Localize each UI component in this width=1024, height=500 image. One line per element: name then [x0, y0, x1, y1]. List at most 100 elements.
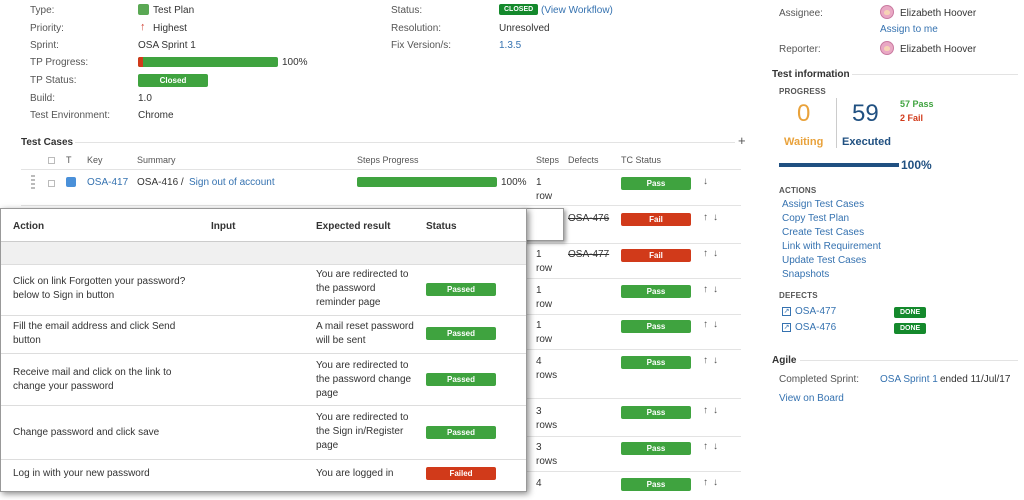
tc-status-badge[interactable]: Fail — [621, 213, 691, 226]
steps-count: 3 — [536, 406, 542, 417]
move-arrows-icon[interactable]: ↑↓ — [703, 441, 723, 452]
executed-label: Executed — [842, 136, 891, 148]
defect-link-osa-476[interactable]: OSA-476 — [795, 322, 836, 333]
test-info-title: Test information — [772, 69, 850, 80]
drag-handle-icon[interactable] — [31, 175, 35, 189]
completed-sprint-label: Completed Sprint: — [779, 374, 860, 385]
actions-heading: ACTIONS — [779, 186, 817, 195]
divider — [21, 169, 741, 170]
steps-count: 4 — [536, 478, 542, 489]
step-status-badge: Passed — [426, 283, 496, 296]
reporter-label: Reporter: — [779, 44, 821, 55]
executed-progress-pct: 100% — [901, 158, 932, 172]
step-status-badge: Failed — [426, 467, 496, 480]
assign-test-cases-link[interactable]: Assign Test Cases — [782, 199, 864, 210]
steps-progress-bar — [357, 177, 497, 187]
step-expected: You are redirected to the password chang… — [316, 360, 412, 399]
tc-status-badge[interactable]: Pass — [621, 478, 691, 491]
add-icon[interactable]: + — [738, 133, 746, 148]
test-cases-title: Test Cases — [21, 137, 74, 148]
move-arrows-icon[interactable]: ↑↓ — [703, 284, 723, 295]
move-arrows-icon[interactable]: ↑↓ — [703, 319, 723, 330]
view-workflow-link[interactable]: (View Workflow) — [541, 5, 613, 16]
divider — [1, 315, 526, 316]
assign-to-me-link[interactable]: Assign to me — [880, 24, 938, 35]
build-value: 1.0 — [138, 93, 152, 104]
test-steps-popover: Action Input Expected result Status Clic… — [0, 208, 527, 492]
divider — [836, 98, 837, 148]
status-label: Status: — [391, 5, 423, 16]
waiting-count: 0 — [797, 100, 811, 127]
view-on-board-link[interactable]: View on Board — [779, 393, 844, 404]
priority-value: Highest — [153, 23, 187, 34]
move-arrows-icon[interactable]: ↑↓ — [703, 355, 723, 366]
issue-link-icon: ↗ — [782, 323, 791, 332]
step-expected: A mail reset password will be sent — [316, 321, 414, 346]
link-with-requirement-link[interactable]: Link with Requirement — [782, 241, 881, 252]
snapshots-link[interactable]: Snapshots — [782, 269, 829, 280]
reporter-name[interactable]: Elizabeth Hoover — [900, 44, 976, 55]
move-arrows-icon[interactable]: ↑↓ — [703, 477, 723, 488]
completed-sprint-link[interactable]: OSA Sprint 1 — [880, 374, 938, 385]
step-expected: You are redirected to the password remin… — [316, 269, 409, 308]
tp-progress-pct: 100% — [282, 57, 308, 68]
tc-status-badge[interactable]: Pass — [621, 320, 691, 333]
col-steps-progress: Steps Progress — [357, 155, 419, 165]
col-expected-result: Expected result — [316, 221, 391, 232]
steps-unit: row — [536, 299, 553, 310]
divider — [527, 278, 741, 279]
tc-status-badge[interactable]: Pass — [621, 356, 691, 369]
steps-unit: row — [536, 263, 553, 274]
create-test-cases-link[interactable]: Create Test Cases — [782, 227, 864, 238]
steps-unit: rows — [536, 456, 558, 467]
sprint-label: Sprint: — [30, 40, 59, 51]
fixversion-link[interactable]: 1.3.5 — [499, 40, 521, 51]
defect-link-osa-477[interactable]: OSA-477 — [795, 306, 836, 317]
move-down-icon[interactable]: ↓ — [703, 176, 713, 187]
sprint-ended-text: ended 11/Jul/17 — [940, 374, 1011, 385]
col-tc-status: TC Status — [621, 155, 662, 165]
progress-heading: PROGRESS — [779, 87, 826, 96]
pass-count: 57 Pass — [900, 99, 934, 109]
test-case-icon — [66, 177, 76, 187]
steps-count: 1 — [536, 285, 542, 296]
tc-status-badge[interactable]: Pass — [621, 406, 691, 419]
divider — [527, 436, 741, 437]
row-key-link[interactable]: OSA-417 — [87, 177, 128, 188]
divider — [1, 405, 526, 406]
type-value: Test Plan — [153, 5, 195, 16]
divider — [1, 459, 526, 460]
move-arrows-icon[interactable]: ↑↓ — [703, 405, 723, 416]
agile-title: Agile — [772, 355, 797, 366]
defect-key[interactable]: OSA-476 — [568, 213, 609, 224]
env-label: Test Environment: — [30, 110, 111, 121]
steps-count: 1 — [536, 249, 542, 260]
tc-status-badge[interactable]: Fail — [621, 249, 691, 262]
tc-status-badge[interactable]: Pass — [621, 177, 691, 190]
defect-status-badge: DONE — [894, 323, 927, 334]
defect-key[interactable]: OSA-477 — [568, 249, 609, 260]
select-all-checkbox[interactable] — [48, 157, 55, 164]
tc-status-badge[interactable]: Pass — [621, 442, 691, 455]
step-expected: You are redirected to the Sign in/Regist… — [316, 412, 409, 451]
step-action: Fill the email address and click Send bu… — [13, 321, 176, 346]
row-summary-prefix: OSA-416 / — [137, 177, 184, 188]
row-summary-link[interactable]: Sign out of account — [189, 177, 275, 188]
tc-status-badge[interactable]: Pass — [621, 285, 691, 298]
move-arrows-icon[interactable]: ↑↓ — [703, 212, 723, 223]
assignee-name[interactable]: Elizabeth Hoover — [900, 8, 976, 19]
steps-unit: rows — [536, 420, 558, 431]
steps-count: 1 — [536, 177, 542, 188]
steps-count: 4 — [536, 356, 542, 367]
assignee-label: Assignee: — [779, 8, 823, 19]
avatar — [880, 5, 894, 19]
steps-progress-pct: 100% — [501, 177, 527, 188]
steps-subheader — [1, 242, 526, 265]
update-test-cases-link[interactable]: Update Test Cases — [782, 255, 866, 266]
copy-test-plan-link[interactable]: Copy Test Plan — [782, 213, 849, 224]
tp-status-badge: Closed — [138, 74, 208, 87]
divider — [800, 360, 1018, 361]
row-checkbox[interactable] — [48, 180, 55, 187]
move-arrows-icon[interactable]: ↑↓ — [703, 248, 723, 259]
env-value: Chrome — [138, 110, 174, 121]
